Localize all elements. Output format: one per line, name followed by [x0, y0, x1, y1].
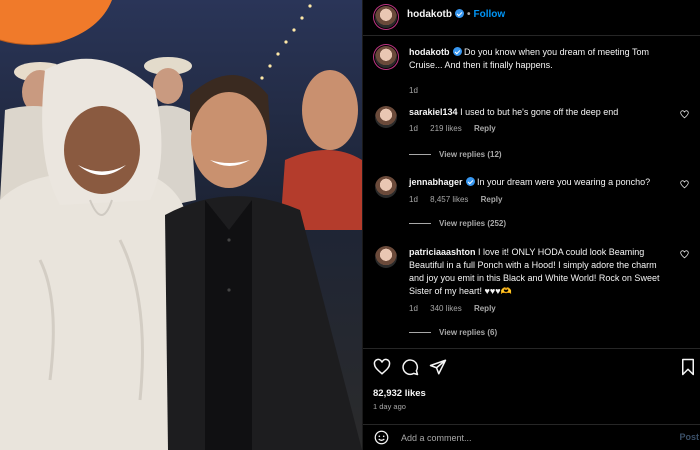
comment-meta: 1d 8,457 likes Reply: [409, 195, 512, 204]
reply-button[interactable]: Reply: [481, 195, 503, 204]
commenter-avatar[interactable]: [375, 176, 397, 198]
caption-meta: 1d: [409, 86, 428, 95]
emoji-icon[interactable]: [374, 430, 389, 445]
verified-badge-icon: [455, 9, 464, 18]
verified-badge-icon: [452, 47, 462, 56]
comment-time: 1d: [409, 195, 418, 204]
comment-composer: Post: [363, 424, 700, 450]
heart-icon[interactable]: [373, 358, 391, 376]
comments-list[interactable]: hodakotb Do you know when you dream of m…: [363, 37, 700, 348]
comment-text-block: jennabhager In your dream were you weari…: [409, 176, 665, 189]
comment-username[interactable]: jennabhager: [409, 177, 463, 187]
comment-input[interactable]: [401, 431, 641, 445]
comment-icon[interactable]: [401, 358, 419, 376]
comment-text: In your dream were you wearing a poncho?: [477, 177, 651, 187]
post-header: hodakotb • Follow: [363, 0, 700, 36]
author-line: hodakotb • Follow: [407, 9, 505, 20]
caption-username[interactable]: hodakotb: [409, 47, 450, 57]
post-photo-illustration: [0, 0, 362, 450]
author-avatar[interactable]: [375, 6, 397, 28]
author-username[interactable]: hodakotb: [407, 9, 452, 20]
comment-likes[interactable]: 340 likes: [430, 304, 462, 313]
post-comment-button[interactable]: Post: [679, 432, 699, 442]
comment-meta: 1d 340 likes Reply: [409, 304, 506, 313]
comment-like-heart-icon[interactable]: [680, 250, 689, 259]
reply-button[interactable]: Reply: [474, 304, 496, 313]
comment-likes[interactable]: 8,457 likes: [430, 195, 468, 204]
commenter-avatar[interactable]: [375, 246, 397, 268]
share-icon[interactable]: [429, 358, 447, 376]
commenter-avatar[interactable]: [375, 106, 397, 128]
reply-button[interactable]: Reply: [474, 124, 496, 133]
view-replies-button[interactable]: View replies (12): [409, 150, 502, 159]
author-avatar[interactable]: [375, 46, 397, 68]
comment-like-heart-icon[interactable]: [680, 180, 689, 189]
separator-dot: •: [467, 9, 471, 20]
comment-item: sarakiel134 I used to but he's gone off …: [363, 106, 700, 166]
comment-item: jennabhager In your dream were you weari…: [363, 176, 700, 236]
caption: hodakotb Do you know when you dream of m…: [363, 46, 700, 96]
comment-text-block: sarakiel134 I used to but he's gone off …: [409, 106, 665, 119]
comment-username[interactable]: sarakiel134: [409, 107, 458, 117]
comment-text-block: patriciaaashton I love it! ONLY HODA cou…: [409, 246, 665, 298]
comment-time: 1d: [409, 124, 418, 133]
view-replies-button[interactable]: View replies (252): [409, 219, 506, 228]
follow-button[interactable]: Follow: [474, 9, 506, 20]
caption-text-block: hodakotb Do you know when you dream of m…: [409, 46, 665, 72]
bookmark-icon[interactable]: [679, 358, 697, 376]
verified-badge-icon: [465, 177, 475, 186]
comment-time: 1d: [409, 304, 418, 313]
comment-likes[interactable]: 219 likes: [430, 124, 462, 133]
caption-time: 1d: [409, 86, 418, 95]
likes-count[interactable]: 82,932 likes: [373, 388, 426, 399]
comment-meta: 1d 219 likes Reply: [409, 124, 506, 133]
post-actions: 82,932 likes 1 day ago: [363, 348, 700, 420]
view-replies-button[interactable]: View replies (6): [409, 328, 497, 337]
comment-item: patriciaaashton I love it! ONLY HODA cou…: [363, 246, 700, 346]
post-side-panel: hodakotb • Follow hodakotb Do you know whe…: [362, 0, 700, 450]
comment-like-heart-icon[interactable]: [680, 110, 689, 119]
comment-text: I used to but he's gone off the deep end: [460, 107, 619, 117]
post-photo[interactable]: [0, 0, 362, 450]
post-time: 1 day ago: [373, 402, 406, 411]
comment-username[interactable]: patriciaaashton: [409, 247, 476, 257]
